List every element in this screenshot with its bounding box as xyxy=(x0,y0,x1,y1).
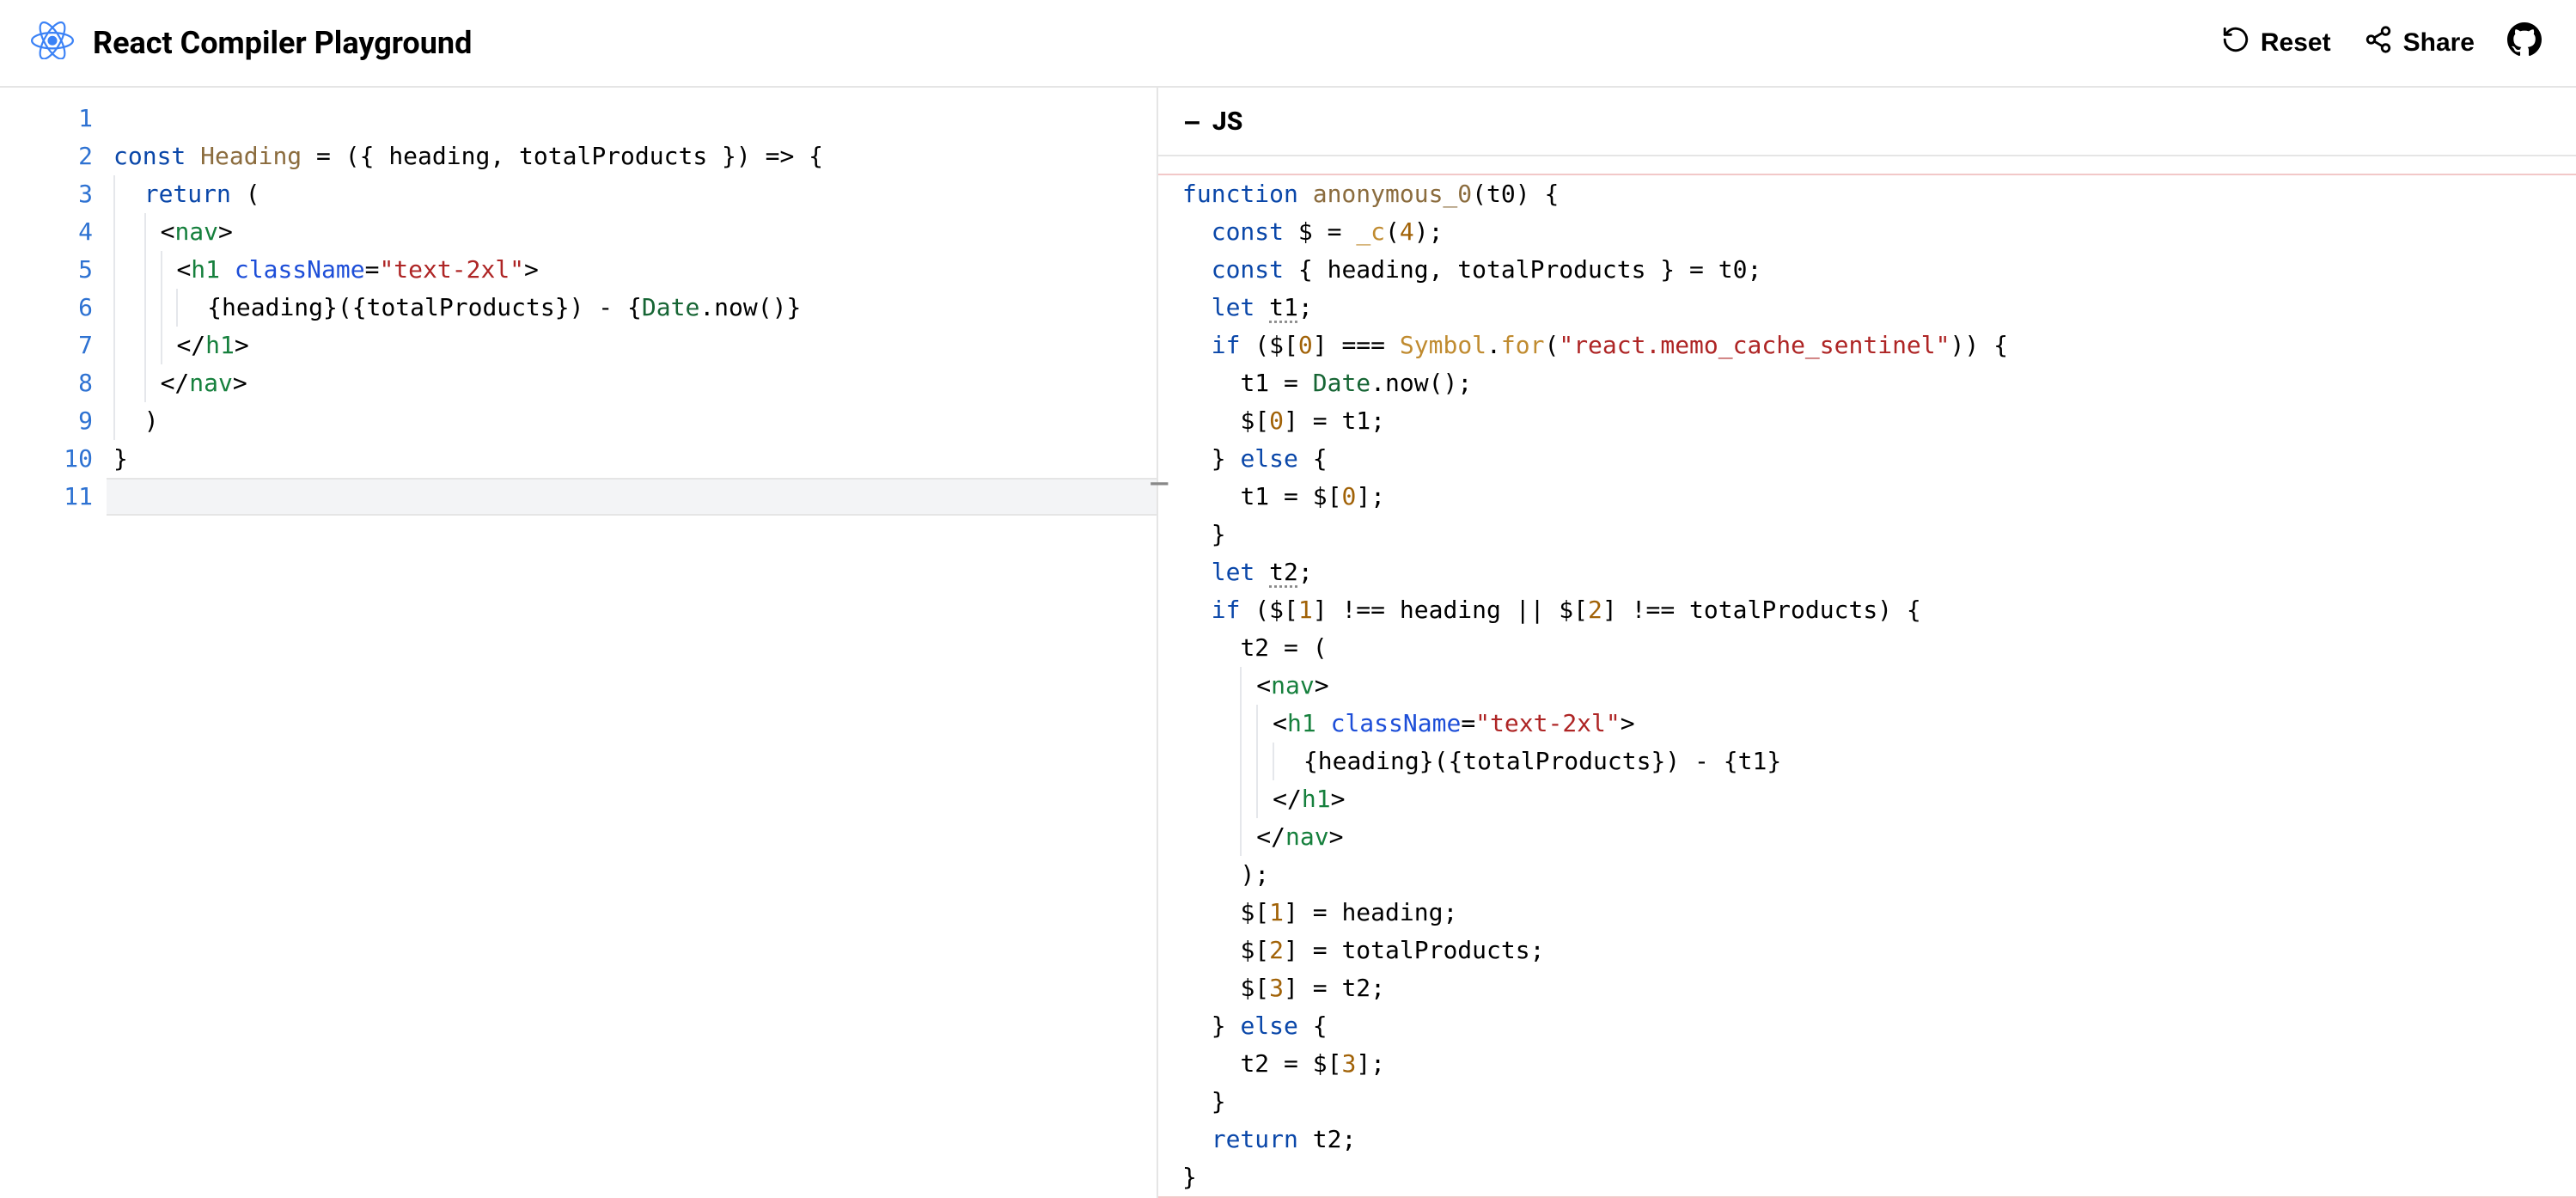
code-line: </nav> xyxy=(1182,818,2576,856)
code-line: </nav> xyxy=(113,364,1157,402)
code-line: const { heading, totalProducts } = t0; xyxy=(1182,251,2576,289)
reset-label: Reset xyxy=(2261,28,2331,58)
code-line: $[1] = heading; xyxy=(1182,894,2576,932)
code-line: function anonymous_0(t0) { xyxy=(1182,175,2576,213)
code-line: } xyxy=(113,440,1157,478)
code-line: <nav> xyxy=(1182,667,2576,705)
github-link[interactable] xyxy=(2507,22,2542,64)
output-tabs: – JS xyxy=(1158,88,2576,156)
code-line: } else { xyxy=(1182,1007,2576,1045)
reset-icon xyxy=(2221,25,2250,61)
code-line: return t2; xyxy=(1182,1121,2576,1158)
code-line: } xyxy=(1182,516,2576,553)
main: 1234567891011 const Heading = ({ heading… xyxy=(0,88,2576,1198)
code-line: return ( xyxy=(113,175,1157,213)
code-line: t1 = $[0]; xyxy=(1182,478,2576,516)
code-line: </h1> xyxy=(1182,780,2576,818)
share-icon xyxy=(2364,25,2393,61)
code-line: } else { xyxy=(1182,440,2576,478)
reset-button[interactable]: Reset xyxy=(2221,25,2331,61)
header-left: React Compiler Playground xyxy=(31,21,472,64)
code-line: </h1> xyxy=(113,327,1157,364)
output-code[interactable]: function anonymous_0(t0) { const $ = _c(… xyxy=(1158,174,2576,1198)
header: React Compiler Playground Reset Share xyxy=(0,0,2576,88)
code-line-active xyxy=(107,478,1157,516)
code-line: t1 = Date.now(); xyxy=(1182,364,2576,402)
input-gutter: 1234567891011 xyxy=(0,100,113,516)
code-line: ) xyxy=(113,402,1157,440)
code-line: if ($[1] !== heading || $[2] !== totalPr… xyxy=(1182,591,2576,629)
code-line: t2 = $[3]; xyxy=(1182,1045,2576,1083)
code-line: const Heading = ({ heading, totalProduct… xyxy=(113,138,1157,175)
code-line: let t1; xyxy=(1182,289,2576,327)
code-line: $[2] = totalProducts; xyxy=(1182,932,2576,969)
code-line: const $ = _c(4); xyxy=(1182,213,2576,251)
code-line: <nav> xyxy=(113,213,1157,251)
code-line: if ($[0] === Symbol.for("react.memo_cach… xyxy=(1182,327,2576,364)
code-line: {heading}({totalProducts}) - {t1} xyxy=(1182,743,2576,780)
input-editor-pane: 1234567891011 const Heading = ({ heading… xyxy=(0,88,1158,1198)
code-line: $[0] = t1; xyxy=(1182,402,2576,440)
code-line: } xyxy=(1182,1083,2576,1121)
tab-js[interactable]: JS xyxy=(1212,107,1242,137)
code-line: $[3] = t2; xyxy=(1182,969,2576,1007)
input-code[interactable]: const Heading = ({ heading, totalProduct… xyxy=(113,100,1157,516)
code-line: <h1 className="text-2xl"> xyxy=(113,251,1157,289)
input-editor[interactable]: 1234567891011 const Heading = ({ heading… xyxy=(0,100,1157,516)
code-line xyxy=(113,100,1157,138)
github-icon xyxy=(2507,22,2542,64)
code-line: <h1 className="text-2xl"> xyxy=(1182,705,2576,743)
app-title: React Compiler Playground xyxy=(93,25,472,61)
collapse-tab-button[interactable]: – xyxy=(1184,105,1200,138)
share-button[interactable]: Share xyxy=(2364,25,2475,61)
share-label: Share xyxy=(2403,28,2475,58)
output-editor: function anonymous_0(t0) { const $ = _c(… xyxy=(1158,156,2576,1198)
code-line: let t2; xyxy=(1182,553,2576,591)
code-line: ); xyxy=(1182,856,2576,894)
output-pane: – JS function anonymous_0(t0) { const $ … xyxy=(1158,88,2576,1198)
code-line: {heading}({totalProducts}) - {Date.now()… xyxy=(113,289,1157,327)
react-logo-icon xyxy=(31,21,74,64)
code-line: t2 = ( xyxy=(1182,629,2576,667)
header-right: Reset Share xyxy=(2221,22,2542,64)
code-line: } xyxy=(1182,1158,2576,1196)
